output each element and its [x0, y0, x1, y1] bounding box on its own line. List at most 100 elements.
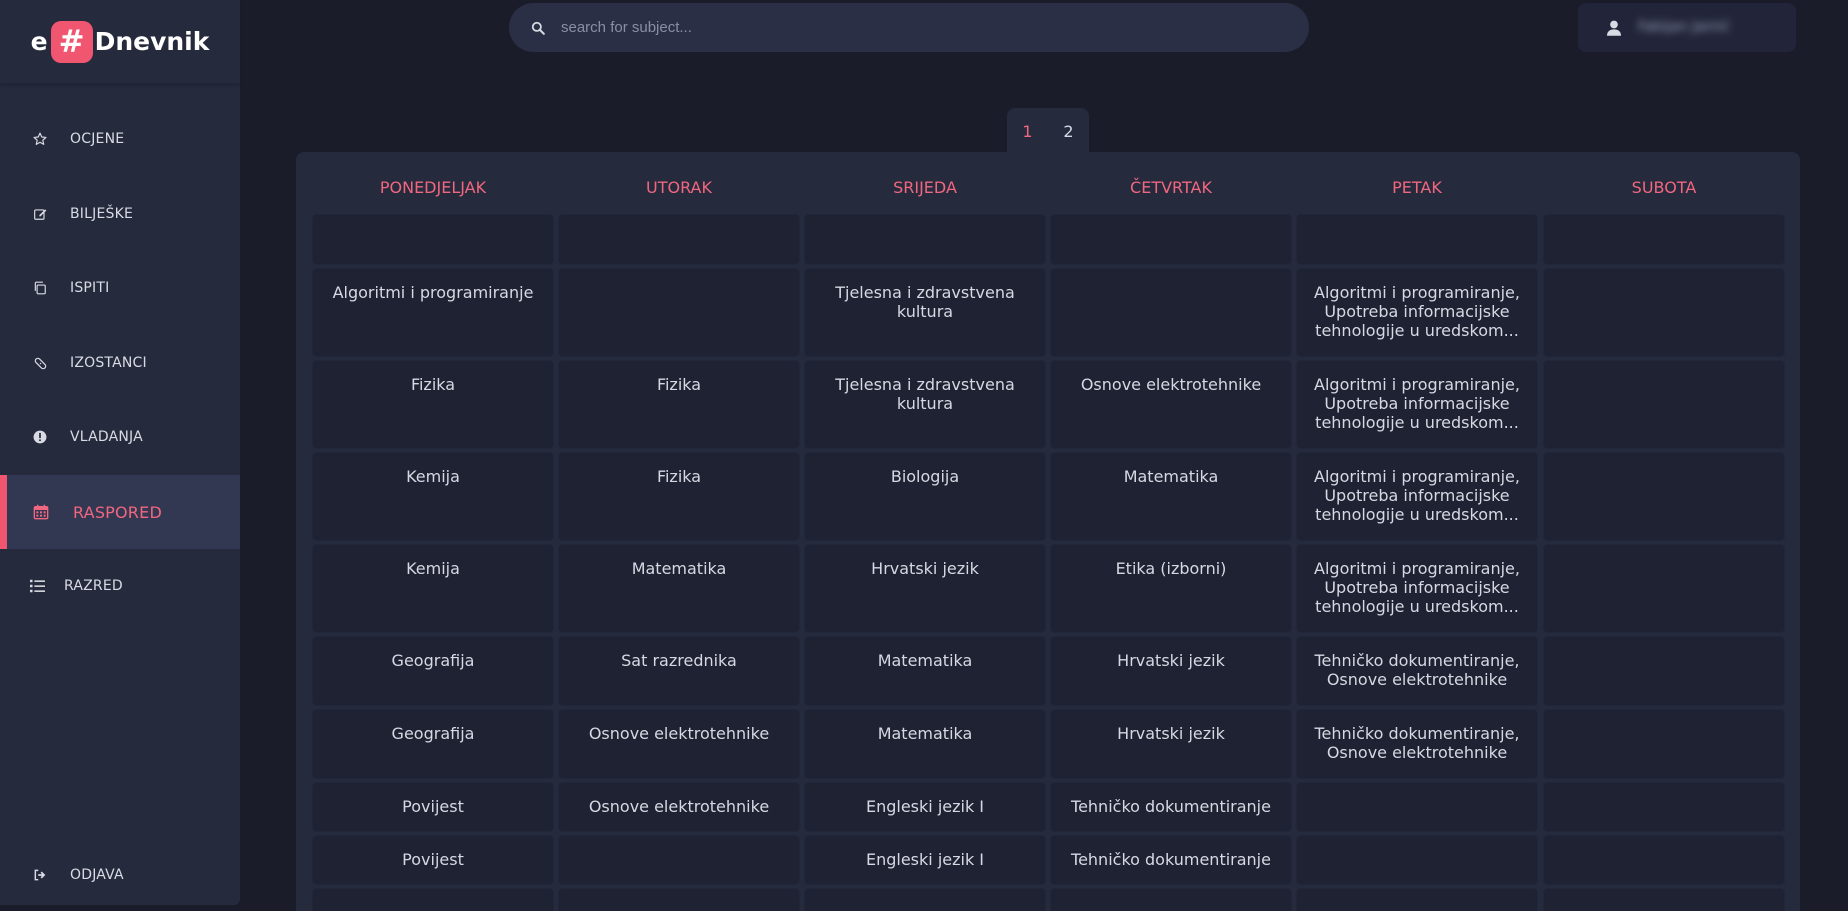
day-header: ČETVRTAK: [1130, 178, 1212, 197]
timetable-cell: Engleski jezik I: [804, 835, 1046, 885]
timetable-cell: Geografija: [312, 636, 554, 706]
timetable-cell: Osnove elektrotehnike: [1050, 360, 1292, 449]
timetable-cell: [1543, 360, 1785, 449]
timetable-cell: [558, 268, 800, 357]
timetable-cell: Algoritmi i programiranje, Upotreba info…: [1296, 544, 1538, 633]
week-tab-2[interactable]: 2: [1048, 108, 1089, 154]
timetable-cell: Matematika: [558, 544, 800, 633]
timetable-cell: [1543, 214, 1785, 265]
timetable-cell: [804, 214, 1046, 265]
timetable-cell: [1543, 636, 1785, 706]
search-input[interactable]: [561, 3, 1281, 52]
timetable-cell: Tehničko dokumentiranje, Osnove elektrot…: [1296, 709, 1538, 779]
timetable-cell: Kemija: [312, 544, 554, 633]
timetable-cell: Fizika: [558, 452, 800, 541]
timetable-cell: Tehničko dokumentiranje: [1050, 835, 1292, 885]
timetable-cell: Engleski jezik I: [804, 782, 1046, 832]
timetable-cell: Matematika: [804, 636, 1046, 706]
day-header: PONEDJELJAK: [379, 178, 487, 197]
timetable-cell: [1050, 214, 1292, 265]
timetable-cell: [1543, 544, 1785, 633]
day-header: SRIJEDA: [893, 178, 957, 197]
logout-button[interactable]: ODJAVA: [0, 838, 240, 911]
day-header: SUBOTA: [1631, 178, 1697, 197]
week-tabs: 1 2: [1007, 108, 1089, 154]
day-header: PETAK: [1392, 178, 1442, 197]
timetable-cell: Osnove elektrotehnike: [558, 709, 800, 779]
search-icon: [531, 20, 545, 35]
exclamation-icon: [32, 429, 48, 445]
logo-text: Dnevnik: [94, 27, 210, 56]
timetable-cell: Fizika: [558, 360, 800, 449]
sidebar-item-label: VLADANJA: [70, 429, 143, 445]
timetable-cell: [1296, 888, 1538, 911]
timetable-cell: [1543, 709, 1785, 779]
timetable-cell: Hrvatski jezik: [1050, 709, 1292, 779]
timetable-cell: Povijest: [312, 782, 554, 832]
timetable-cell: Algoritmi i programiranje, Upotreba info…: [1296, 360, 1538, 449]
calendar-icon: [33, 504, 49, 520]
timetable-cell: Povijest: [312, 835, 554, 885]
timetable-cell: [558, 888, 800, 911]
sidebar-item-label: RAZRED: [64, 578, 123, 594]
sidebar-item-vladanja[interactable]: VLADANJA: [0, 400, 240, 474]
logout-label: ODJAVA: [70, 867, 124, 883]
edit-icon: [32, 206, 48, 222]
timetable-cell: Biologija: [804, 452, 1046, 541]
timetable-cell: Hrvatski jezik: [1050, 636, 1292, 706]
timetable-cell: Tehničko dokumentiranje, Osnove elektrot…: [1296, 636, 1538, 706]
timetable-cell: Tjelesna i zdravstvena kultura: [804, 268, 1046, 357]
user-name: Fabijan Jamić: [1638, 19, 1730, 35]
timetable-cell: Kemija: [312, 452, 554, 541]
timetable-cell: Algoritmi i programiranje: [312, 268, 554, 357]
timetable-cell: [312, 888, 554, 911]
timetable-cell: Matematika: [804, 709, 1046, 779]
list-icon: [29, 578, 45, 594]
sidebar-item-label: OCJENE: [70, 131, 125, 147]
sidebar-item-biljeske[interactable]: BILJEŠKE: [0, 177, 240, 251]
timetable-cell: [558, 214, 800, 265]
timetable-cell: Algoritmi i programiranje, Upotreba info…: [1296, 268, 1538, 357]
timetable-cell: [1296, 782, 1538, 832]
sidebar-item-label: IZOSTANCI: [70, 355, 147, 371]
sign-out-icon: [32, 867, 48, 883]
timetable-cell: Sat razrednika: [558, 636, 800, 706]
bandage-icon: [32, 355, 48, 371]
timetable-cell: Tehničko dokumentiranje: [1050, 782, 1292, 832]
sidebar-item-ispiti[interactable]: ISPITI: [0, 251, 240, 325]
star-icon: [32, 131, 48, 147]
timetable-cell: Matematika: [1050, 452, 1292, 541]
search-bar: [509, 3, 1309, 52]
timetable-cell: Algoritmi i programiranje, Upotreba info…: [1296, 452, 1538, 541]
sidebar-item-razred[interactable]: RAZRED: [0, 549, 240, 623]
timetable-cell: [1543, 888, 1785, 911]
day-header: UTORAK: [646, 178, 712, 197]
sidebar-item-label: RASPORED: [73, 502, 162, 522]
sidebar: e # Dnevnik OCJENE BILJEŠKE ISPITI IZOST…: [0, 0, 240, 905]
timetable-cell: Tjelesna i zdravstvena kultura: [804, 360, 1046, 449]
timetable-cell: [1050, 888, 1292, 911]
timetable-cell: Etika (izborni): [1050, 544, 1292, 633]
logo-prefix: e: [30, 27, 48, 56]
timetable-cell: [1543, 782, 1785, 832]
app-logo[interactable]: e # Dnevnik: [0, 0, 240, 84]
sidebar-item-raspored[interactable]: RASPORED: [0, 475, 240, 549]
timetable: PONEDJELJAK UTORAK SRIJEDA ČETVRTAK PETAK SUB…: [296, 152, 1800, 911]
week-tab-1[interactable]: 1: [1007, 108, 1048, 154]
timetable-cell: [804, 888, 1046, 911]
timetable-cell: [1543, 452, 1785, 541]
timetable-cell: Osnove elektrotehnike: [558, 782, 800, 832]
timetable-cell: [1543, 835, 1785, 885]
timetable-cell: Geografija: [312, 709, 554, 779]
sidebar-item-ocjene[interactable]: OCJENE: [0, 102, 240, 176]
timetable-cell: Hrvatski jezik: [804, 544, 1046, 633]
timetable-cell: [1296, 214, 1538, 265]
copy-icon: [32, 280, 48, 296]
sidebar-item-label: BILJEŠKE: [70, 206, 134, 222]
timetable-cell: [1296, 835, 1538, 885]
sidebar-item-izostanci[interactable]: IZOSTANCI: [0, 326, 240, 400]
logo-hash-mark: #: [50, 20, 93, 63]
user-icon: [1607, 20, 1622, 36]
user-menu[interactable]: Fabijan Jamić: [1578, 3, 1796, 52]
timetable-cell: Fizika: [312, 360, 554, 449]
